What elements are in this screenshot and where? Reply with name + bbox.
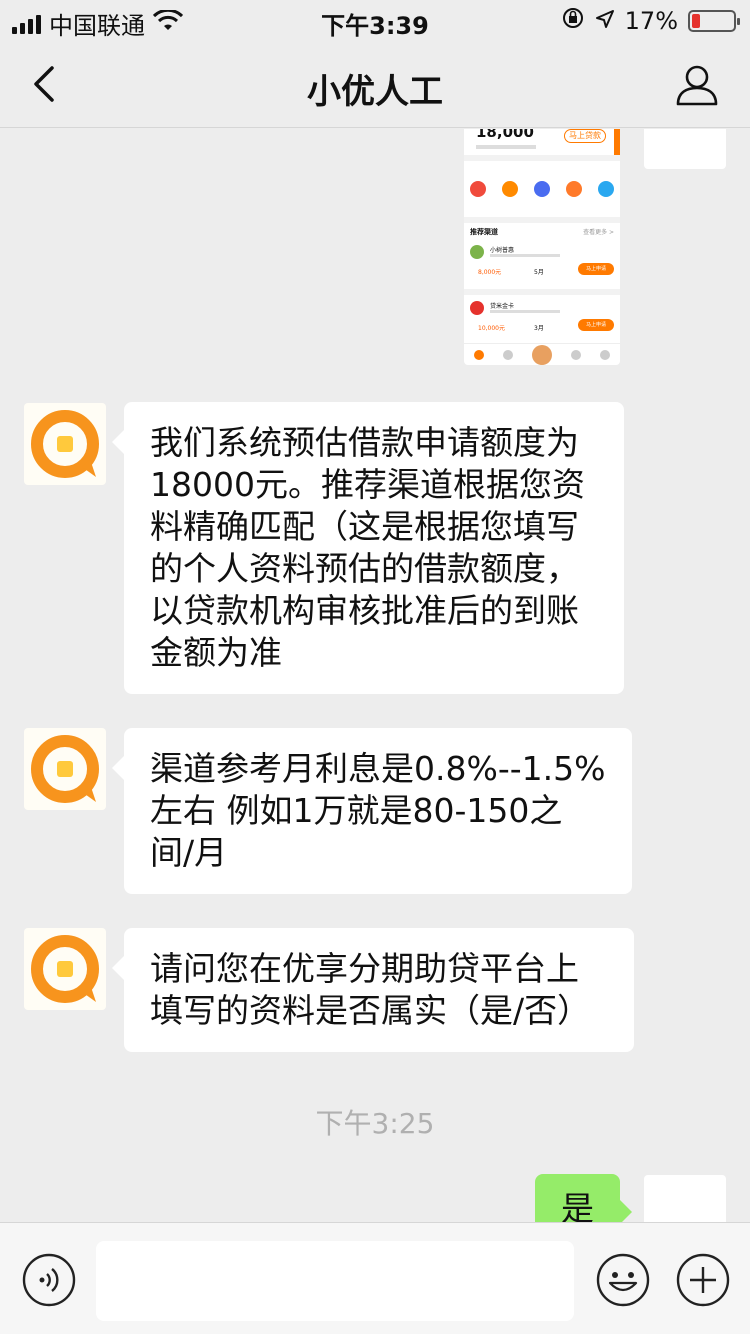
accent-strip (614, 129, 620, 157)
agent-message[interactable]: 请问您在优享分期助贷平台上填写的资料是否属实（是/否） (112, 928, 634, 1052)
card-value: 10,000元 (478, 325, 505, 332)
card-desc (490, 310, 560, 313)
divider (464, 155, 620, 161)
preview-apply-button: 马上贷款 (564, 129, 606, 143)
preview-icon-row (470, 181, 614, 197)
preview-section-more: 查看更多 > (583, 229, 614, 236)
preview-card: 小树普惠 8,000元 5月 马上申请 (470, 239, 614, 291)
card-name: 贷米金卡 (490, 303, 515, 310)
message-timestamp: 下午3:25 (315, 1107, 435, 1140)
chat-area[interactable]: 18,000 马上贷款 推荐渠道 查看更多 > 小树普惠 8,000元 5月 马… (0, 129, 750, 1222)
card-value: 8,000元 (478, 269, 502, 276)
battery-percent: 17% (624, 7, 678, 35)
page-title: 小优人工 (307, 72, 443, 112)
preview-subtext (476, 145, 536, 149)
card-term: 3月 (534, 325, 544, 332)
agent-message[interactable]: 我们系统预估借款申请额度为18000元。推荐渠道根据您资料精确匹配（这是根据您填… (112, 402, 624, 694)
battery-icon (688, 10, 740, 32)
my-avatar[interactable] (644, 129, 726, 169)
my-avatar[interactable] (644, 1175, 726, 1222)
status-bar: 中国联通 下午3:39 17% (0, 0, 750, 40)
my-message[interactable]: 是 (535, 1174, 632, 1222)
input-bar (0, 1222, 750, 1334)
preview-tab-bar (464, 343, 620, 365)
card-name: 小树普惠 (490, 247, 515, 254)
card-term: 5月 (534, 269, 544, 276)
card-desc (490, 254, 560, 257)
message-input[interactable] (96, 1241, 574, 1321)
agent-avatar[interactable] (24, 728, 106, 810)
card-button: 马上申请 (578, 263, 614, 275)
nav-bar: 小优人工 (0, 40, 750, 128)
preview-section-title: 推荐渠道 (470, 228, 498, 236)
agent-message[interactable]: 渠道参考月利息是0.8%--1.5%左右 例如1万就是80-150之间/月 (112, 728, 632, 894)
preview-amount: 18,000 (476, 129, 534, 141)
preview-card: 贷米金卡 10,000元 3月 马上申请 (470, 295, 614, 347)
card-logo (470, 245, 484, 259)
person-icon[interactable] (674, 62, 720, 108)
agent-avatar[interactable] (24, 403, 106, 485)
agent-avatar[interactable] (24, 928, 106, 1010)
plus-icon[interactable] (676, 1253, 730, 1307)
divider (464, 217, 620, 223)
emoji-icon[interactable] (596, 1253, 650, 1307)
orientation-lock-icon (561, 6, 585, 36)
location-icon (595, 7, 615, 35)
voice-icon[interactable] (22, 1253, 76, 1307)
screenshot-message[interactable]: 18,000 马上贷款 推荐渠道 查看更多 > 小树普惠 8,000元 5月 马… (464, 129, 620, 365)
card-logo (470, 301, 484, 315)
card-button: 马上申请 (578, 319, 614, 331)
